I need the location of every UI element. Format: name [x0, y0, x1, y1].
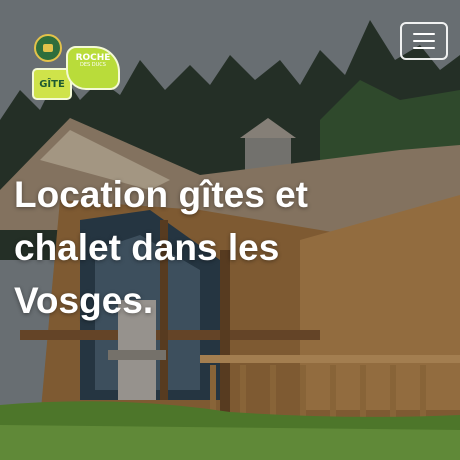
hero-title: Location gîtes et chalet dans les Vosges…: [14, 174, 308, 321]
hamburger-icon: [413, 33, 435, 35]
hamburger-icon: [413, 40, 435, 42]
hamburger-menu-button[interactable]: [400, 22, 448, 60]
site-logo[interactable]: GÎTE ROCHE DES DUCS: [30, 30, 120, 100]
logo-badge-line2: DES DUCS: [80, 62, 106, 69]
logo-seal-icon: [34, 34, 62, 62]
logo-badge: ROCHE DES DUCS: [66, 46, 120, 90]
logo-badge-line1: ROCHE: [75, 53, 111, 63]
hamburger-icon: [413, 47, 435, 49]
